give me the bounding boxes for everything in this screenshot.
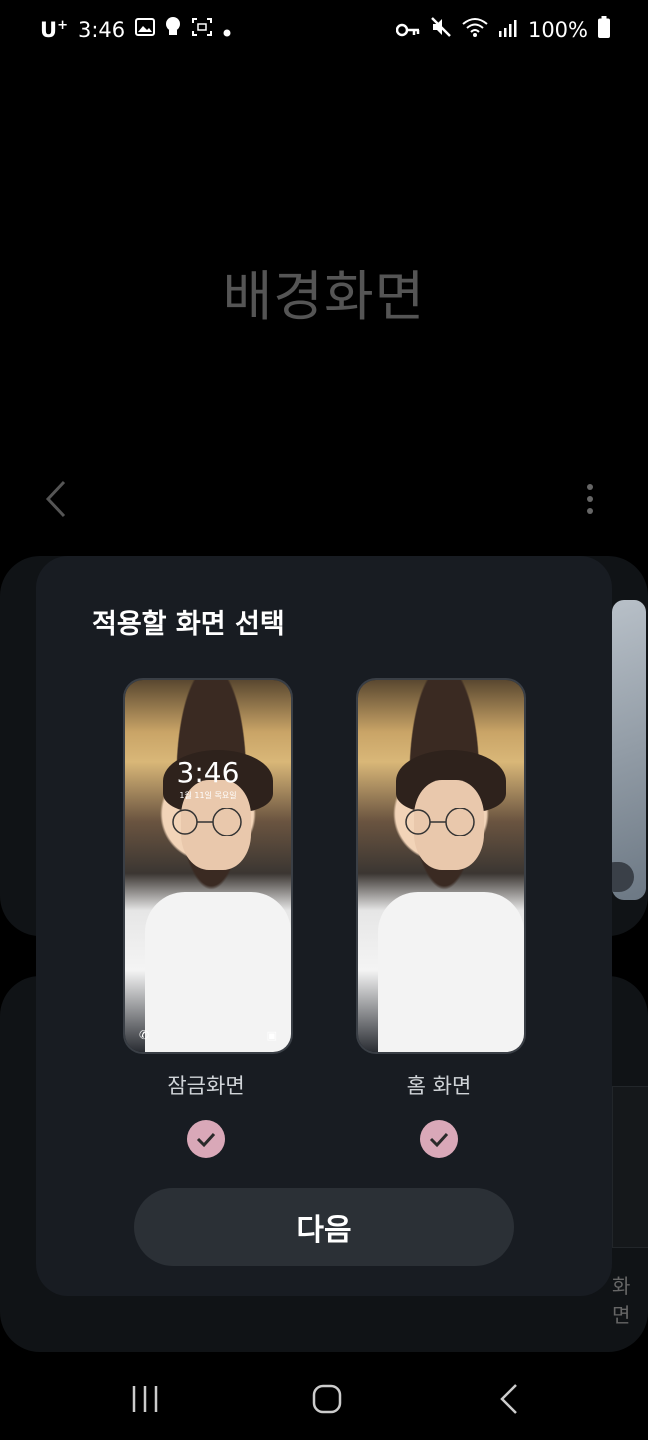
bulb-icon	[165, 16, 181, 43]
battery-percent: 100%	[527, 17, 588, 42]
home-screen-label: 홈 화면	[406, 1074, 472, 1098]
wallpaper-photo	[125, 680, 291, 1052]
more-options-icon[interactable]	[582, 478, 598, 520]
signal-icon	[498, 18, 518, 42]
apply-screen-dialog: 적용할 화면 선택 3:46 1월 11일 목요일 ✆ ▣ 잠금화면 홈 화면 …	[36, 556, 612, 1296]
gallery-icon	[135, 17, 156, 42]
home-screen-checkbox[interactable]	[420, 1120, 458, 1158]
lock-screen-label: 잠금화면	[167, 1074, 245, 1098]
home-screen-preview[interactable]	[356, 678, 526, 1054]
background-thumbnail	[612, 600, 646, 900]
vpn-key-icon	[395, 18, 420, 42]
page-title: 배경화면	[222, 265, 426, 328]
screenshot-icon	[191, 17, 213, 42]
dialog-title: 적용할 화면 선택	[92, 609, 285, 640]
check-icon	[429, 1132, 449, 1148]
wallpaper-screen: U+ 3:46 100% 배경화면 화면 적용할 화면 선택 3:46 1월 1…	[0, 0, 648, 1440]
nav-back-icon[interactable]	[496, 1382, 522, 1416]
wifi-icon	[462, 17, 488, 42]
wallpaper-photo	[358, 680, 524, 1052]
home-icon[interactable]	[310, 1382, 344, 1416]
status-bar: U+ 3:46 100%	[0, 0, 648, 62]
battery-icon	[598, 16, 610, 43]
recent-apps-icon[interactable]	[128, 1382, 162, 1416]
notification-dot-icon	[223, 18, 231, 42]
back-arrow-icon[interactable]	[40, 478, 72, 520]
carrier-label: U+	[40, 17, 68, 42]
camera-icon: ▣	[266, 1029, 277, 1042]
check-icon	[196, 1132, 216, 1148]
background-partial-label: 화면	[612, 1274, 631, 1327]
next-button[interactable]: 다음	[134, 1188, 514, 1266]
background-thumbnail	[612, 1086, 648, 1248]
lock-screen-date: 1월 11일 목요일	[179, 791, 237, 800]
phone-icon: ✆	[139, 1028, 150, 1042]
mute-icon	[430, 16, 452, 43]
navigation-bar	[0, 1360, 648, 1440]
lock-screen-clock: 3:46	[176, 756, 240, 789]
lock-screen-checkbox[interactable]	[187, 1120, 225, 1158]
status-time: 3:46	[77, 17, 126, 42]
lock-screen-preview[interactable]: 3:46 1월 11일 목요일 ✆ ▣	[123, 678, 293, 1054]
